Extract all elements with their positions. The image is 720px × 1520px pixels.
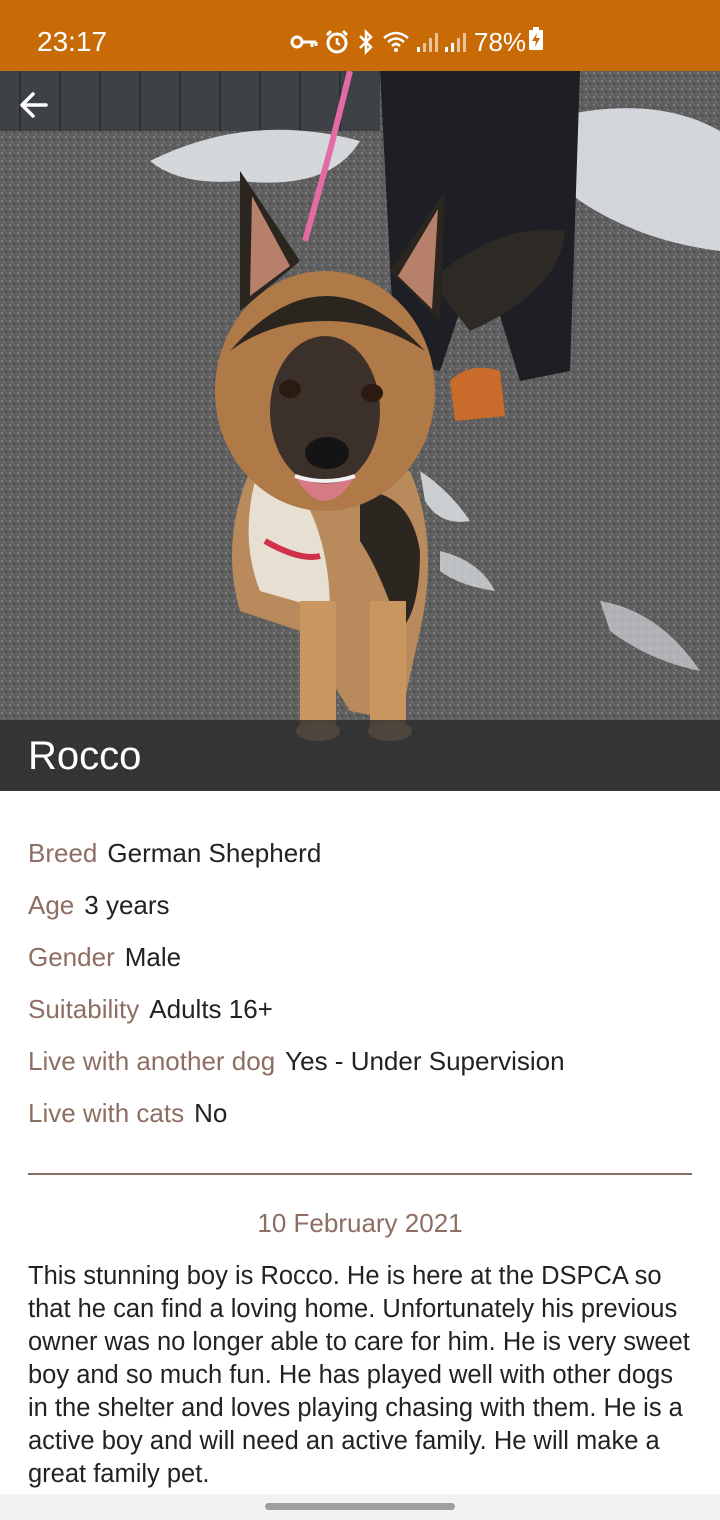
bluetooth-icon bbox=[356, 29, 376, 55]
detail-label: Gender bbox=[28, 942, 115, 972]
wifi-icon bbox=[382, 30, 410, 54]
listing-date: 10 February 2021 bbox=[257, 1208, 463, 1238]
alarm-icon bbox=[324, 29, 350, 55]
signal-icon bbox=[444, 31, 466, 53]
signal-icon bbox=[416, 31, 438, 53]
detail-row-live-with-dog: Live with another dog Yes - Under Supervi… bbox=[28, 1044, 692, 1096]
detail-value: Yes - Under Supervision bbox=[285, 1046, 565, 1076]
detail-row-breed: Breed German Shepherd bbox=[28, 836, 692, 888]
status-time: 23:17 bbox=[37, 26, 108, 57]
detail-row-gender: Gender Male bbox=[28, 940, 692, 992]
detail-value: German Shepherd bbox=[107, 838, 322, 868]
detail-value: No bbox=[194, 1098, 228, 1128]
detail-label: Live with cats bbox=[28, 1098, 185, 1128]
status-icons bbox=[290, 26, 466, 58]
detail-value: 3 years bbox=[84, 890, 170, 920]
detail-label: Live with another dog bbox=[28, 1046, 276, 1076]
detail-value: Adults 16+ bbox=[149, 994, 273, 1024]
dog-photo-illustration bbox=[0, 71, 720, 791]
divider bbox=[28, 1173, 692, 1175]
dog-name: Rocco bbox=[28, 734, 142, 778]
vpn-key-icon bbox=[290, 32, 318, 52]
battery-indicator: 78% bbox=[474, 26, 544, 58]
details-list: Breed German Shepherd Age 3 years Gender Ma… bbox=[28, 836, 692, 1148]
home-gesture-handle[interactable] bbox=[265, 1503, 455, 1510]
dog-photo: Rocco bbox=[0, 71, 720, 791]
dog-description: This stunning boy is Rocco. He is here a… bbox=[28, 1262, 690, 1488]
detail-row-live-with-cats: Live with cats No bbox=[28, 1096, 692, 1148]
detail-row-suitability: Suitability Adults 16+ bbox=[28, 992, 692, 1044]
detail-row-age: Age 3 years bbox=[28, 888, 692, 940]
battery-charging-icon bbox=[528, 26, 544, 58]
detail-value: Male bbox=[124, 942, 182, 972]
detail-label: Breed bbox=[28, 838, 98, 868]
detail-label: Suitability bbox=[28, 994, 140, 1024]
back-button[interactable] bbox=[18, 89, 66, 137]
detail-label: Age bbox=[28, 890, 75, 920]
navigation-bar bbox=[0, 1494, 720, 1520]
name-bar: Rocco bbox=[0, 720, 720, 791]
battery-percent: 78% bbox=[474, 27, 527, 57]
status-bar: 23:17 78% bbox=[0, 0, 720, 71]
